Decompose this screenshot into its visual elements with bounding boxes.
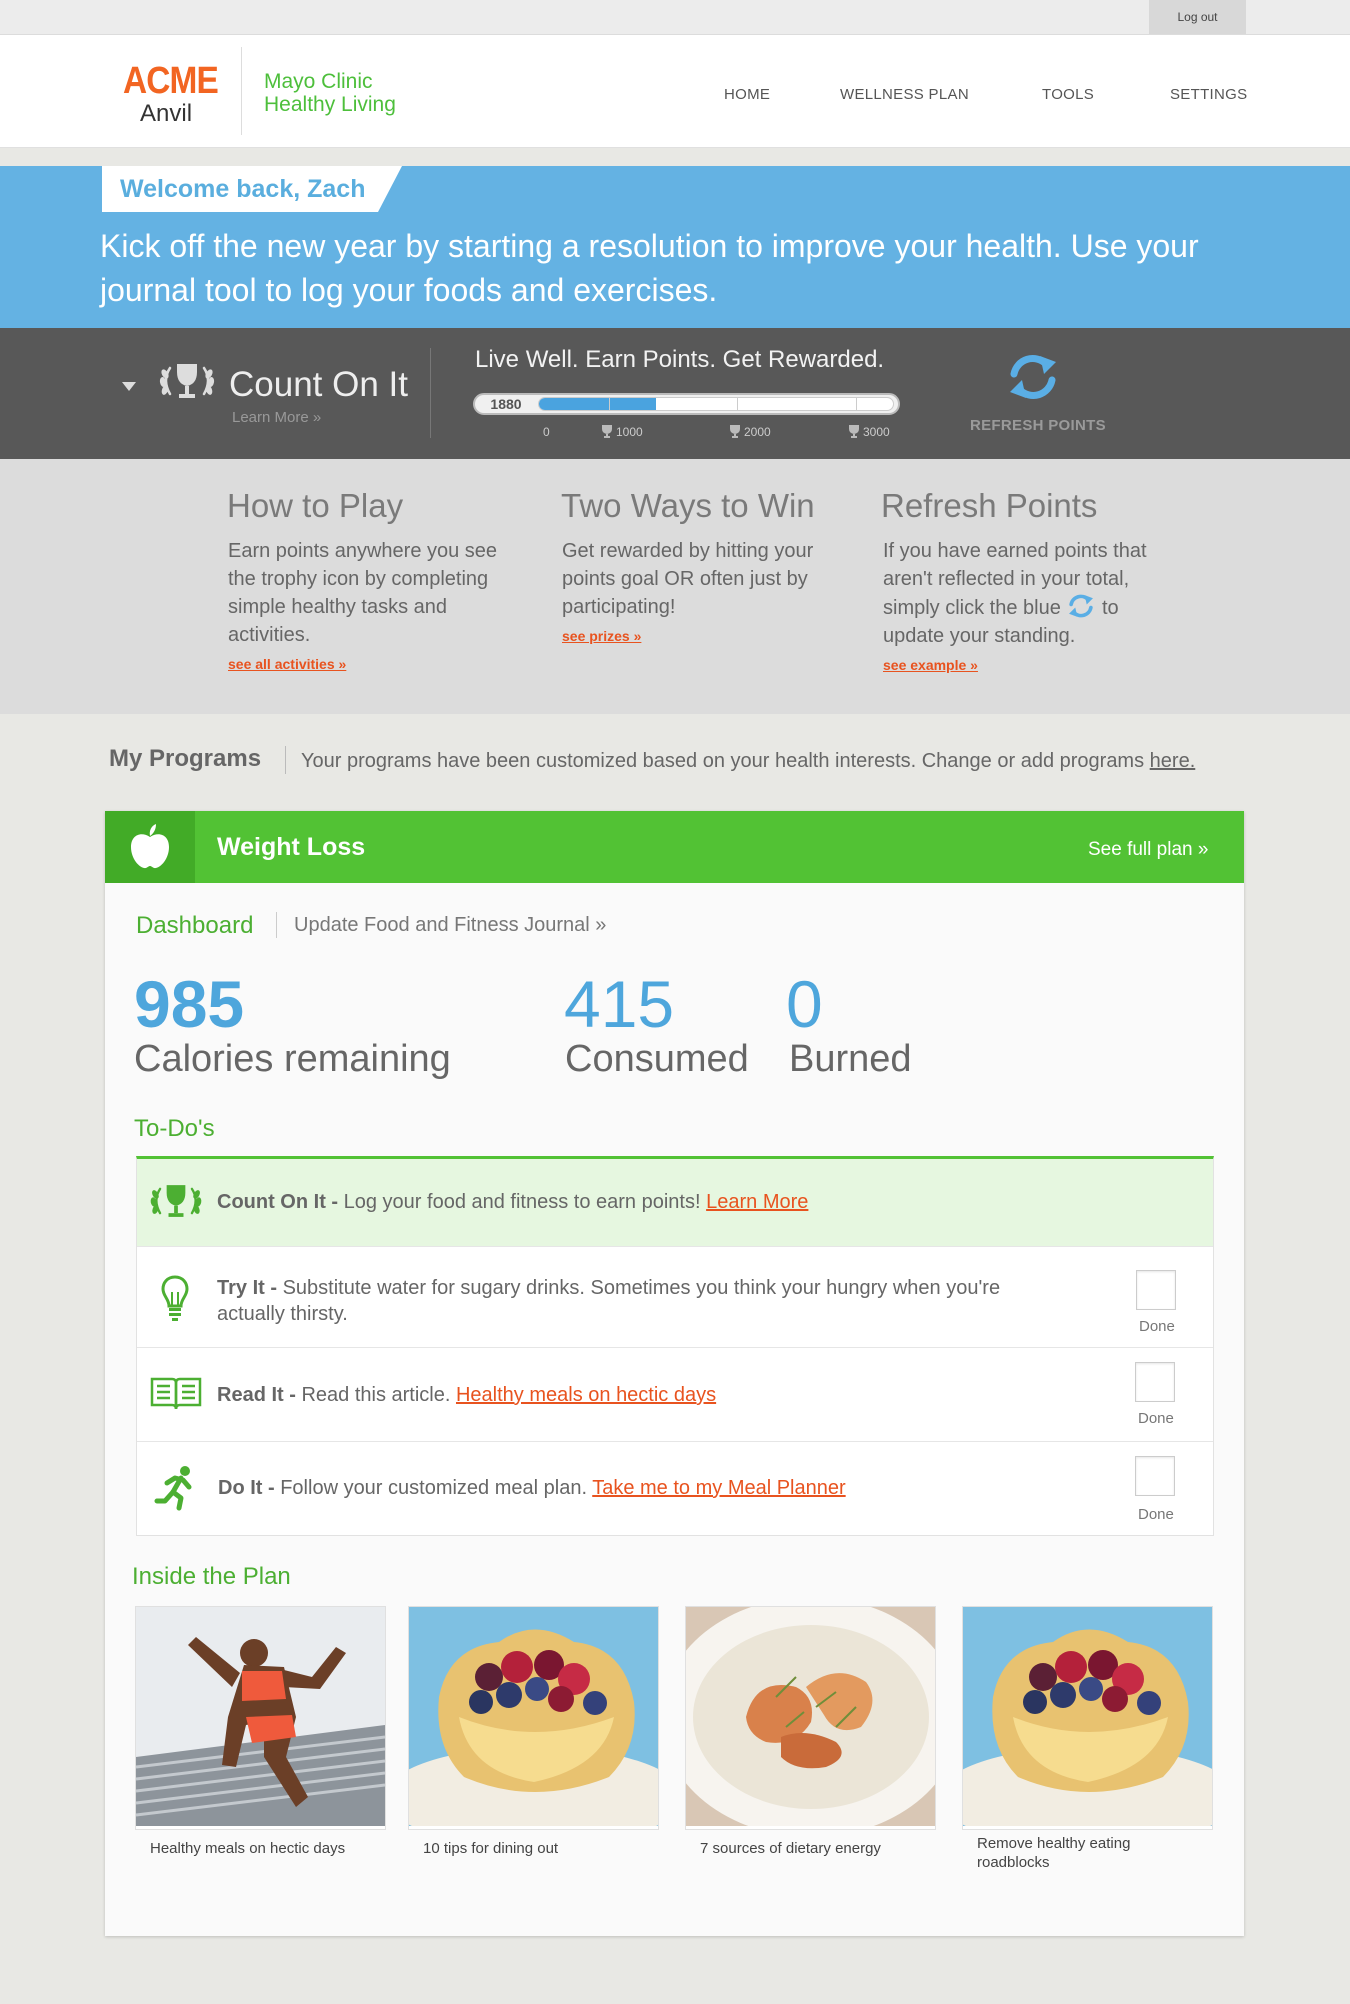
- see-prizes-link[interactable]: see prizes »: [562, 628, 641, 644]
- article-link[interactable]: Healthy meals on hectic days: [456, 1384, 716, 1406]
- trophy-small-icon: [602, 425, 612, 438]
- tile-caption: 10 tips for dining out: [423, 1840, 559, 1857]
- refresh-icon[interactable]: [1006, 352, 1060, 407]
- plan-tile[interactable]: Healthy meals on hectic days: [135, 1606, 386, 1857]
- how-to-play-text: Earn points anywhere you see the trophy …: [228, 540, 498, 672]
- inside-plan-title: Inside the Plan: [132, 1563, 291, 1590]
- tile-caption: 7 sources of dietary energy: [700, 1840, 881, 1857]
- nav-home[interactable]: HOME: [724, 86, 770, 103]
- learn-more-link[interactable]: Learn More »: [232, 409, 321, 426]
- apple-icon: [105, 811, 195, 883]
- banner-message: Kick off the new year by starting a reso…: [100, 228, 1199, 308]
- progress-tick: [609, 398, 610, 410]
- tab-update-journal[interactable]: Update Food and Fitness Journal »: [294, 914, 606, 937]
- tick-label-0: 0: [543, 425, 550, 439]
- done-label: Done: [1138, 1506, 1174, 1523]
- program-name: Weight Loss: [217, 833, 366, 861]
- refresh-inline-icon: [1069, 594, 1094, 618]
- meal-planner-link[interactable]: Take me to my Meal Planner: [592, 1477, 845, 1499]
- two-ways-text: Get rewarded by hitting your points goal…: [562, 540, 814, 644]
- tile-caption: Healthy meals on hectic days: [150, 1840, 346, 1857]
- consumed-label: Consumed: [565, 1038, 749, 1080]
- tile-caption: Remove healthy eating roadblocks: [977, 1835, 1131, 1871]
- expand-caret-icon[interactable]: [122, 382, 136, 391]
- progress-tick: [737, 398, 738, 410]
- plan-tile[interactable]: Remove healthy eating roadblocks: [962, 1606, 1213, 1871]
- points-divider: [430, 348, 431, 438]
- nav-wellness-plan[interactable]: WELLNESS PLAN: [840, 86, 969, 103]
- calories-remaining-label: Calories remaining: [134, 1038, 451, 1080]
- tick-label-3000: 3000: [848, 425, 890, 439]
- see-all-activities-link[interactable]: see all activities »: [228, 656, 346, 672]
- lightbulb-icon: [160, 1274, 190, 1327]
- todo-text: Do It - Follow your customized meal plan…: [218, 1477, 846, 1499]
- fruit-tart-photo: [409, 1607, 658, 1826]
- points-current-value: 1880: [490, 396, 522, 412]
- tab-dashboard[interactable]: Dashboard: [136, 912, 253, 940]
- trophy-laurel-icon: [156, 360, 218, 407]
- plan-tile[interactable]: 7 sources of dietary energy: [685, 1606, 936, 1857]
- programs-divider: [285, 746, 286, 774]
- progress-tick: [856, 398, 857, 410]
- points-progress-fill: [539, 398, 656, 410]
- utility-bar: [0, 0, 1350, 34]
- done-label: Done: [1138, 1410, 1174, 1427]
- tick-label-1000: 1000: [601, 425, 643, 439]
- programs-description: Your programs have been customized based…: [301, 750, 1196, 772]
- consumed-value: 415: [564, 967, 675, 1041]
- nav-settings[interactable]: SETTINGS: [1170, 86, 1247, 103]
- done-checkbox[interactable]: [1135, 1456, 1175, 1496]
- learn-more-link[interactable]: Learn More: [706, 1191, 808, 1213]
- done-label: Done: [1139, 1318, 1175, 1335]
- todo-text: Read It - Read this article. Healthy mea…: [217, 1384, 717, 1406]
- trophy-laurel-icon: [147, 1181, 205, 1226]
- logo-divider: [241, 47, 242, 135]
- my-programs-title: My Programs: [109, 745, 262, 772]
- done-checkbox[interactable]: [1136, 1270, 1176, 1310]
- acme-logo[interactable]: ACME: [123, 60, 219, 103]
- see-full-plan-link[interactable]: See full plan »: [1088, 839, 1208, 861]
- todos-title: To-Do's: [134, 1115, 215, 1142]
- todo-text: Count On It - Log your food and fitness …: [217, 1191, 809, 1213]
- logout-button[interactable]: Log out: [1149, 0, 1246, 34]
- two-ways-heading: Two Ways to Win: [561, 487, 815, 524]
- nav-tools[interactable]: TOOLS: [1042, 86, 1094, 103]
- fruit-tart-photo: [963, 1607, 1212, 1826]
- partner-line-2: Healthy Living: [264, 93, 396, 116]
- burned-label: Burned: [789, 1038, 912, 1080]
- points-tagline: Live Well. Earn Points. Get Rewarded.: [475, 346, 885, 373]
- runner-photo: [136, 1607, 385, 1826]
- refresh-points-heading: Refresh Points: [881, 487, 1098, 524]
- calories-remaining-value: 985: [134, 967, 245, 1041]
- burned-value: 0: [786, 967, 823, 1041]
- anvil-logo-text: Anvil: [140, 100, 193, 127]
- tick-label-2000: 2000: [729, 425, 771, 439]
- shrimp-soup-photo: [686, 1607, 935, 1826]
- tab-divider: [276, 912, 277, 938]
- open-book-icon: [150, 1375, 202, 1416]
- partner-line-1: Mayo Clinic: [264, 70, 373, 93]
- refresh-points-button[interactable]: REFRESH POINTS: [970, 417, 1106, 434]
- trophy-small-icon: [849, 425, 859, 438]
- plan-tile[interactable]: 10 tips for dining out: [408, 1606, 659, 1857]
- how-to-play-heading: How to Play: [227, 487, 404, 524]
- running-person-icon: [153, 1465, 197, 1516]
- partner-logo: Mayo Clinic Healthy Living: [264, 70, 396, 116]
- count-on-it-title: Count On It: [229, 365, 408, 404]
- todo-text: Try It - Substitute water for sugary dri…: [217, 1277, 1001, 1325]
- trophy-small-icon: [730, 425, 740, 438]
- refresh-points-text: If you have earned points that aren't re…: [883, 540, 1147, 673]
- done-checkbox[interactable]: [1135, 1362, 1175, 1402]
- change-programs-link[interactable]: here.: [1150, 750, 1196, 772]
- see-example-link[interactable]: see example »: [883, 657, 978, 673]
- welcome-greeting: Welcome back, Zach: [120, 175, 366, 203]
